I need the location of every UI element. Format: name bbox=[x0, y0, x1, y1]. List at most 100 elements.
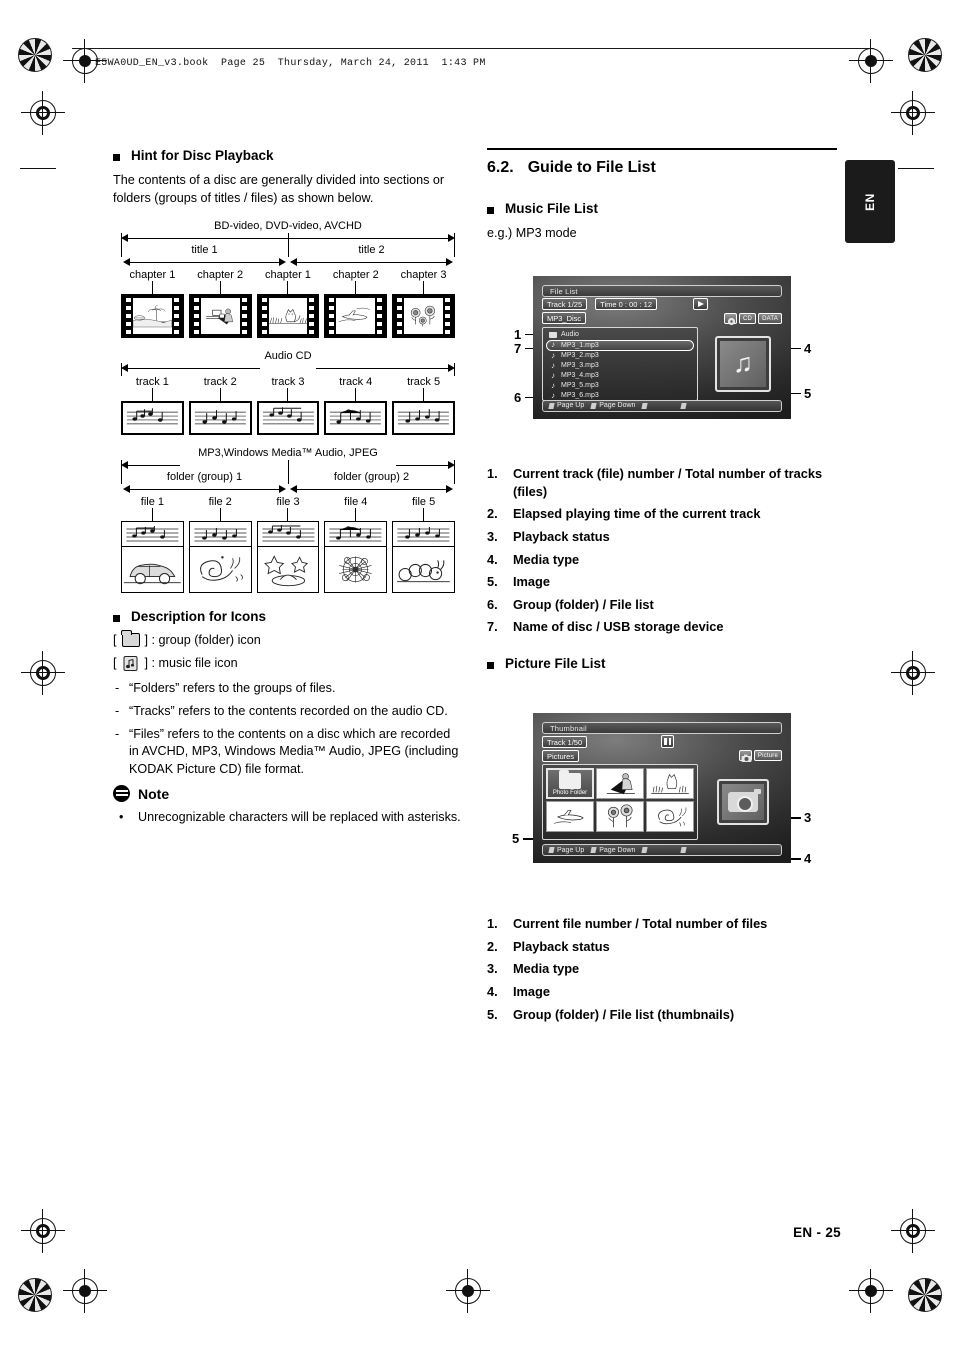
legend-text: Playback status bbox=[513, 528, 610, 544]
picture-thumb-car bbox=[121, 546, 184, 593]
music-staff-icon bbox=[398, 408, 450, 424]
list-item: 5. Group (folder) / File list (thumbnails… bbox=[487, 1006, 735, 1022]
list-item-label: MP3_3.mp3 bbox=[561, 362, 599, 370]
legend-text: Media type bbox=[513, 961, 580, 977]
music-staff-icon bbox=[194, 409, 246, 424]
page-down-button[interactable]: Page Down bbox=[590, 847, 635, 854]
source-name-chip: Pictures bbox=[542, 749, 580, 762]
folder-icon bbox=[121, 629, 140, 647]
picture-screen-content: Thumbnail Track 1/50 Pictures Picture Ph… bbox=[542, 722, 782, 857]
registration-mark-bottom-left bbox=[18, 1278, 52, 1312]
footer-key-4[interactable] bbox=[680, 847, 689, 854]
audio-cd-track-label: track 1 bbox=[135, 375, 169, 388]
list-item: Unrecognizable characters will be replac… bbox=[113, 809, 463, 827]
list-item[interactable]: ♪ MP3_5.mp3 bbox=[546, 381, 694, 391]
diagram-audio-cd-title: Audio CD bbox=[264, 349, 312, 362]
language-side-tab: EN bbox=[845, 160, 895, 243]
media-badge-picture: Picture bbox=[753, 750, 782, 762]
list-item: 3. Media type bbox=[487, 961, 580, 977]
footer-key-4[interactable] bbox=[680, 402, 689, 409]
thumbnail-item[interactable] bbox=[646, 801, 694, 833]
registration-mark-bottom-right bbox=[908, 1278, 942, 1312]
caterpillar-illustration-icon bbox=[393, 547, 454, 591]
mp3-file-label: file 3 bbox=[276, 495, 300, 508]
callout-music-6: 6 bbox=[514, 389, 522, 405]
crop-tick-right bbox=[898, 168, 934, 169]
picture-screen-title-bar: Thumbnail bbox=[542, 722, 782, 735]
icon-definitions-list: “Folders” refers to the groups of files.… bbox=[113, 680, 463, 779]
note-heading: Note bbox=[113, 785, 463, 803]
elapsed-time-chip: Time 0 : 00 : 12 bbox=[595, 298, 657, 311]
mp3-file-cell: file 2 bbox=[188, 495, 252, 593]
note-icon bbox=[113, 785, 130, 803]
bd-chapter-cell: chapter 3 bbox=[392, 269, 455, 338]
legend-text: Current track (file) number / Total numb… bbox=[513, 465, 823, 499]
callout-music-7: 7 bbox=[514, 340, 522, 356]
mp3-file-cell: file 3 bbox=[256, 495, 320, 593]
music-screen-figure: 2 3 1 7 6 4 5 File List Track 1/25 Time … bbox=[487, 275, 837, 451]
page-up-label: Page Up bbox=[557, 402, 585, 410]
bd-chapter-cell: chapter 1 bbox=[121, 269, 184, 338]
picture-thumbnail-panel[interactable]: Photo Folder bbox=[542, 764, 698, 841]
audio-cd-track-label: track 2 bbox=[203, 375, 237, 388]
page-down-button[interactable]: Page Down bbox=[590, 402, 636, 410]
thumbnail-item[interactable] bbox=[596, 768, 644, 800]
mp3-file-cell: file 4 bbox=[324, 495, 388, 593]
list-item[interactable]: ♪ MP3_1.mp3 bbox=[546, 339, 694, 351]
page-down-label: Page Down bbox=[599, 402, 636, 410]
page-up-button[interactable]: Page Up bbox=[548, 402, 585, 410]
music-screen-body: Audio ♪ MP3_1.mp3 ♪ MP3_2.mp3 ♪ MP3_3.mp… bbox=[542, 326, 782, 401]
camera-media-icon bbox=[738, 750, 752, 763]
music-score-thumb bbox=[256, 400, 320, 435]
thumbnail-caption: Photo Folder bbox=[552, 790, 588, 797]
list-item: 1. Current track (file) number / Total nu… bbox=[487, 465, 823, 499]
crop-target-bottom-left bbox=[72, 1278, 98, 1304]
cat-illustration-icon bbox=[268, 304, 308, 327]
bd-chapter-cells: chapter 1 chapter 2 chapter 1 chapter 2 … bbox=[121, 269, 455, 338]
thumbnail-item[interactable] bbox=[546, 801, 594, 833]
music-score-thumb bbox=[324, 400, 388, 435]
mp3-file-label: file 4 bbox=[344, 495, 368, 508]
list-item: 4. Image bbox=[487, 984, 550, 1000]
list-item: 2. Playback status bbox=[487, 938, 610, 954]
footer-key-3[interactable] bbox=[641, 847, 650, 854]
thumbnail-item[interactable]: Photo Folder bbox=[546, 768, 594, 800]
left-column: Hint for Disc Playback The contents of a… bbox=[113, 148, 463, 827]
icon-legend-folder: [ ] : group (folder) icon bbox=[113, 629, 463, 647]
mp3-file-label: file 2 bbox=[208, 495, 232, 508]
bd-chapter-cell: chapter 2 bbox=[324, 269, 388, 338]
list-item[interactable]: ♪ MP3_3.mp3 bbox=[546, 361, 694, 371]
music-score-thumb bbox=[188, 400, 252, 435]
list-item[interactable]: Audio bbox=[546, 330, 694, 340]
page-up-button[interactable]: Page Up bbox=[548, 847, 584, 854]
list-item[interactable]: ♪ MP3_2.mp3 bbox=[546, 351, 694, 361]
music-file-list-panel[interactable]: Audio ♪ MP3_1.mp3 ♪ MP3_2.mp3 ♪ MP3_3.mp… bbox=[542, 326, 698, 401]
thumbnail-item[interactable] bbox=[646, 768, 694, 800]
bd-title-2-arrow bbox=[290, 257, 453, 268]
list-item: 6. Group (folder) / File list bbox=[487, 596, 654, 612]
bd-chapter-cell: chapter 1 bbox=[256, 269, 320, 338]
film-frame-office bbox=[188, 293, 252, 338]
media-type-badges: Picture bbox=[738, 750, 782, 763]
picture-legend-list: 1. Current file number / Total number of … bbox=[487, 915, 837, 1023]
crop-target-right-lower bbox=[900, 1218, 926, 1244]
music-score-thumb bbox=[121, 400, 184, 435]
music-file-list-screen: File List Track 1/25 Time 0 : 00 : 12 MP… bbox=[533, 275, 791, 419]
music-staff-icon bbox=[262, 406, 314, 424]
list-item-label: MP3_4.mp3 bbox=[561, 372, 599, 380]
picture-file-list-heading: Picture File List bbox=[487, 656, 837, 671]
callout-music-1: 1 bbox=[514, 326, 522, 342]
hint-heading: Hint for Disc Playback bbox=[113, 148, 463, 163]
media-badge-data: DATA bbox=[758, 312, 782, 324]
diagram-bd-video: BD-video, DVD-video, AVCHD title 1 title… bbox=[113, 220, 463, 338]
film-frame-sunflower bbox=[392, 293, 455, 338]
crop-target-bottom-right bbox=[858, 1278, 884, 1304]
list-item[interactable]: ♪ MP3_4.mp3 bbox=[546, 371, 694, 381]
camera-icon bbox=[728, 789, 761, 813]
audio-cd-track-label: track 3 bbox=[271, 375, 305, 388]
crop-target-bottom-center bbox=[455, 1278, 481, 1304]
thumbnail-item[interactable] bbox=[596, 801, 644, 833]
mp3-file-label: file 1 bbox=[140, 495, 165, 508]
legend-text: Media type bbox=[513, 551, 580, 567]
footer-key-3[interactable] bbox=[641, 402, 650, 409]
